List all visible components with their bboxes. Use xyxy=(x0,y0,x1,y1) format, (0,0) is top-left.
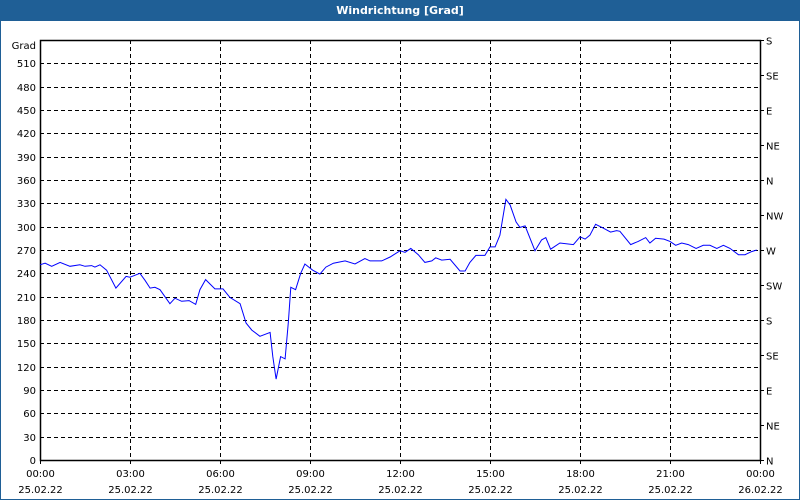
x-tick-time: 21:00 xyxy=(656,469,685,480)
x-tick-time: 03:00 xyxy=(116,469,145,480)
x-tick-time: 00:00 xyxy=(746,469,775,480)
x-tick-time: 18:00 xyxy=(566,469,595,480)
x-tick-date: 25.02.22 xyxy=(108,485,153,496)
y-tick-label: 150 xyxy=(17,339,36,350)
right-axis-label: N xyxy=(766,457,773,468)
x-tick-date: 25.02.22 xyxy=(288,485,333,496)
x-tick-time: 00:00 xyxy=(26,469,55,480)
x-tick-date: 25.02.22 xyxy=(468,485,513,496)
y-tick-label: 450 xyxy=(17,106,36,117)
y-tick-label: 510 xyxy=(17,59,36,70)
y-tick-label: 120 xyxy=(17,363,36,374)
right-axis-label: SE xyxy=(766,72,779,83)
right-axis-label: SE xyxy=(766,352,779,363)
wind-direction-chart: 0 30 60 90 120 150 180 210 240 270 300 330 360 390 420… xyxy=(12,37,784,497)
x-tick-date: 25.02.22 xyxy=(18,485,63,496)
y-tick-label: 0 xyxy=(30,456,36,467)
x-tick-date: 25.02.22 xyxy=(198,485,243,496)
right-axis-label: SW xyxy=(766,282,782,293)
y-tick-label: 360 xyxy=(17,176,36,187)
right-axis-label: E xyxy=(766,107,772,118)
right-axis-label: W xyxy=(766,247,776,258)
y-tick-label: 240 xyxy=(17,269,36,280)
y-tick-label: 30 xyxy=(23,433,36,444)
right-axis-label: N xyxy=(766,177,773,188)
y-tick-label: 60 xyxy=(23,409,36,420)
x-tick-date: 26.02.22 xyxy=(738,485,783,496)
right-axis-label: S xyxy=(766,37,772,48)
x-tick-date: 25.02.22 xyxy=(378,485,423,496)
y-tick-label: 420 xyxy=(17,129,36,140)
right-axis-label: NE xyxy=(766,422,780,433)
y-tick-label: 330 xyxy=(17,199,36,210)
y-tick-label: 270 xyxy=(17,246,36,257)
y-axis-label: Grad xyxy=(12,41,36,52)
x-tick-time: 12:00 xyxy=(386,469,415,480)
x-tick-time: 15:00 xyxy=(476,469,505,480)
chart-window: Windrichtung [Grad] 0 30 60 90 120 150 180 210 2… xyxy=(0,0,800,500)
y-tick-label: 90 xyxy=(23,386,36,397)
x-tick-time: 06:00 xyxy=(206,469,235,480)
y-tick-label: 300 xyxy=(17,223,36,234)
y-tick-label: 180 xyxy=(17,316,36,327)
right-axis-label: NW xyxy=(766,212,783,223)
x-tick-date: 25.02.22 xyxy=(648,485,693,496)
y-tick-label: 480 xyxy=(17,83,36,94)
right-axis-label: NE xyxy=(766,142,780,153)
x-tick-date: 25.02.22 xyxy=(558,485,603,496)
series-line-windrichtung xyxy=(39,198,757,380)
y-tick-label: 210 xyxy=(17,293,36,304)
y-tick-label: 390 xyxy=(17,153,36,164)
x-tick-time: 09:00 xyxy=(296,469,325,480)
right-axis-label: S xyxy=(766,317,772,328)
right-axis-label: E xyxy=(766,387,772,398)
